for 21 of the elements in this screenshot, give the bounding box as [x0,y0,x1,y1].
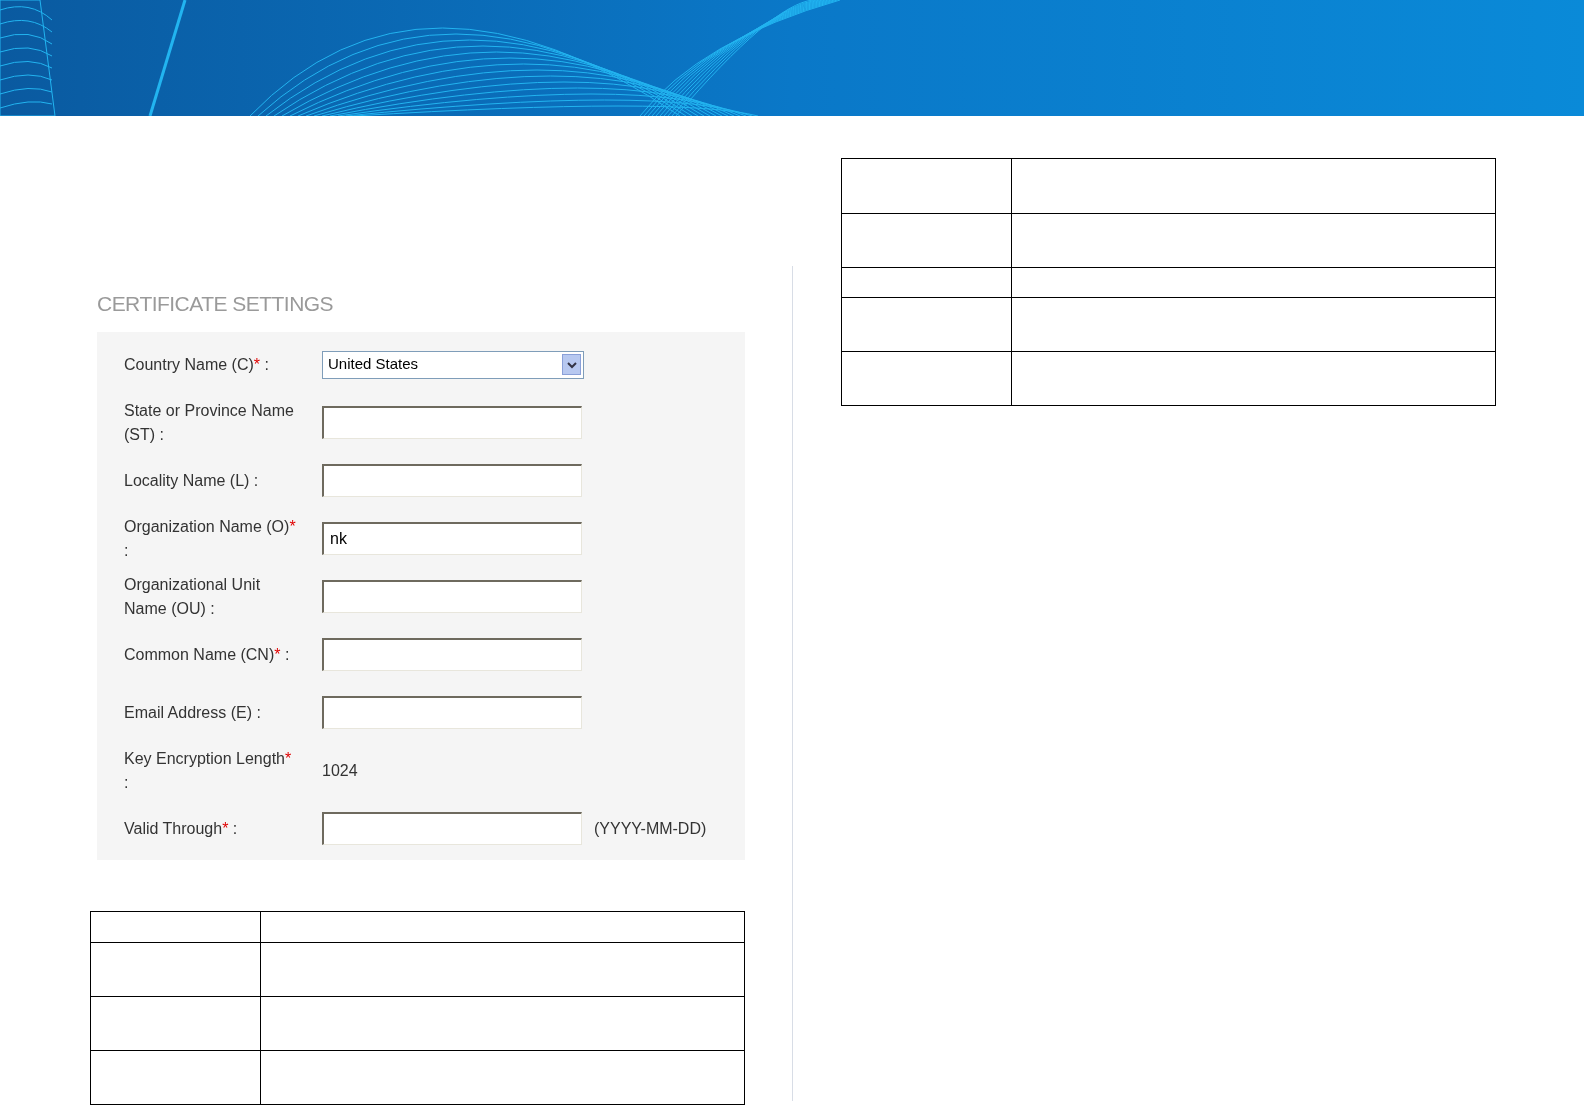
chevron-down-icon [562,354,581,375]
field-label: Organizational Unit Name (OU) : [124,575,261,617]
country-select[interactable]: United States [322,350,584,379]
text-input-field[interactable]: nk [322,522,582,555]
date-format-hint: (YYYY-MM-DD) [594,818,707,839]
field-label: Valid Through* : [124,819,238,837]
field-label: Locality Name (L) : [124,471,259,489]
text-input-field[interactable] [322,812,582,845]
field-label: Organization Name (O)* : [124,517,296,559]
text-input-field[interactable] [322,406,582,439]
text-input-field[interactable] [322,580,582,613]
section-title: CERTIFICATE SETTINGS [97,291,335,317]
text-input-field[interactable] [322,464,582,497]
field-label: State or Province Name (ST) : [124,401,294,443]
field-label: Country Name (C)* : [124,355,269,373]
field-label: Email Address (E) : [124,703,261,721]
field-value: 1024 [322,760,358,781]
field-label: Key Encryption Length* : [124,749,292,791]
field-label: Common Name (CN)* : [124,645,290,663]
text-input-field[interactable] [322,638,582,671]
text-input-field[interactable] [322,696,582,729]
